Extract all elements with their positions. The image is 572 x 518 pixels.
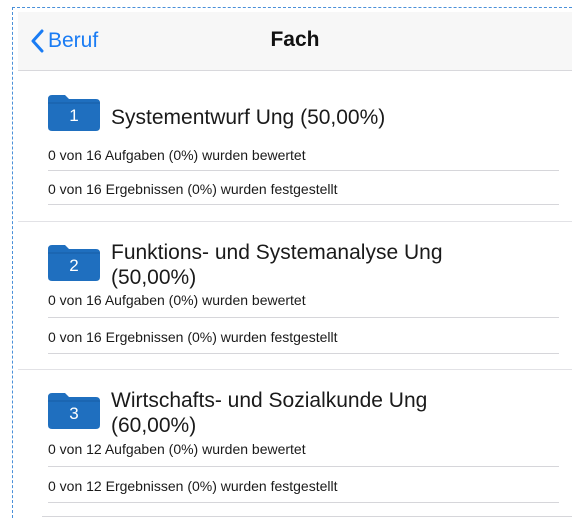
folder-icon: 1 — [48, 93, 100, 131]
section-separator — [42, 516, 572, 517]
results-status: 0 von 16 Ergebnissen (0%) wurden festges… — [48, 181, 338, 197]
section-title-line: Funktions- und Systemanalyse Ung — [111, 241, 443, 264]
divider — [48, 466, 559, 467]
tasks-status: 0 von 16 Aufgaben (0%) wurden bewertet — [48, 147, 306, 163]
section-title-line: Wirtschafts- und Sozialkunde Ung — [111, 389, 428, 412]
tasks-status: 0 von 12 Aufgaben (0%) wurden bewertet — [48, 441, 306, 457]
section-title: Systementwurf Ung (50,00%) — [111, 106, 386, 129]
folder-icon: 3 — [48, 391, 100, 429]
list-section[interactable]: 2 Funktions- und Systemanalyse Ung (50,0… — [18, 221, 572, 369]
subject-list: 1 Systementwurf Ung (50,00%) 0 von 16 Au… — [18, 71, 572, 518]
selection-border-left — [12, 7, 13, 518]
results-status: 0 von 16 Ergebnissen (0%) wurden festges… — [48, 329, 338, 345]
list-section[interactable]: 3 Wirtschafts- und Sozialkunde Ung (60,0… — [18, 369, 572, 518]
results-status: 0 von 12 Ergebnissen (0%) wurden festges… — [48, 478, 338, 494]
folder-icon: 2 — [48, 243, 100, 281]
section-separator — [18, 221, 572, 222]
section-separator — [18, 369, 572, 370]
divider — [48, 204, 559, 205]
tasks-status: 0 von 16 Aufgaben (0%) wurden bewertet — [48, 292, 306, 308]
selection-border-top — [12, 7, 572, 8]
section-title-weight: (60,00%) — [111, 414, 197, 437]
section-title: Funktions- und Systemanalyse Ung (50,00%… — [111, 240, 551, 290]
section-number: 1 — [69, 106, 79, 125]
section-number: 2 — [69, 256, 79, 275]
app-screen: Beruf Fach 1 Systementwurf Ung (50,00%) … — [0, 0, 572, 518]
divider — [48, 502, 559, 503]
page-title: Fach — [270, 28, 320, 51]
section-title-weight: (50,00%) — [111, 266, 197, 289]
divider — [48, 317, 559, 318]
list-section[interactable]: 1 Systementwurf Ung (50,00%) 0 von 16 Au… — [18, 71, 572, 221]
divider — [48, 170, 559, 171]
section-title: Wirtschafts- und Sozialkunde Ung (60,00%… — [111, 388, 551, 438]
section-number: 3 — [69, 404, 79, 423]
navigation-bar: Beruf Fach — [18, 12, 572, 71]
divider — [48, 353, 559, 354]
